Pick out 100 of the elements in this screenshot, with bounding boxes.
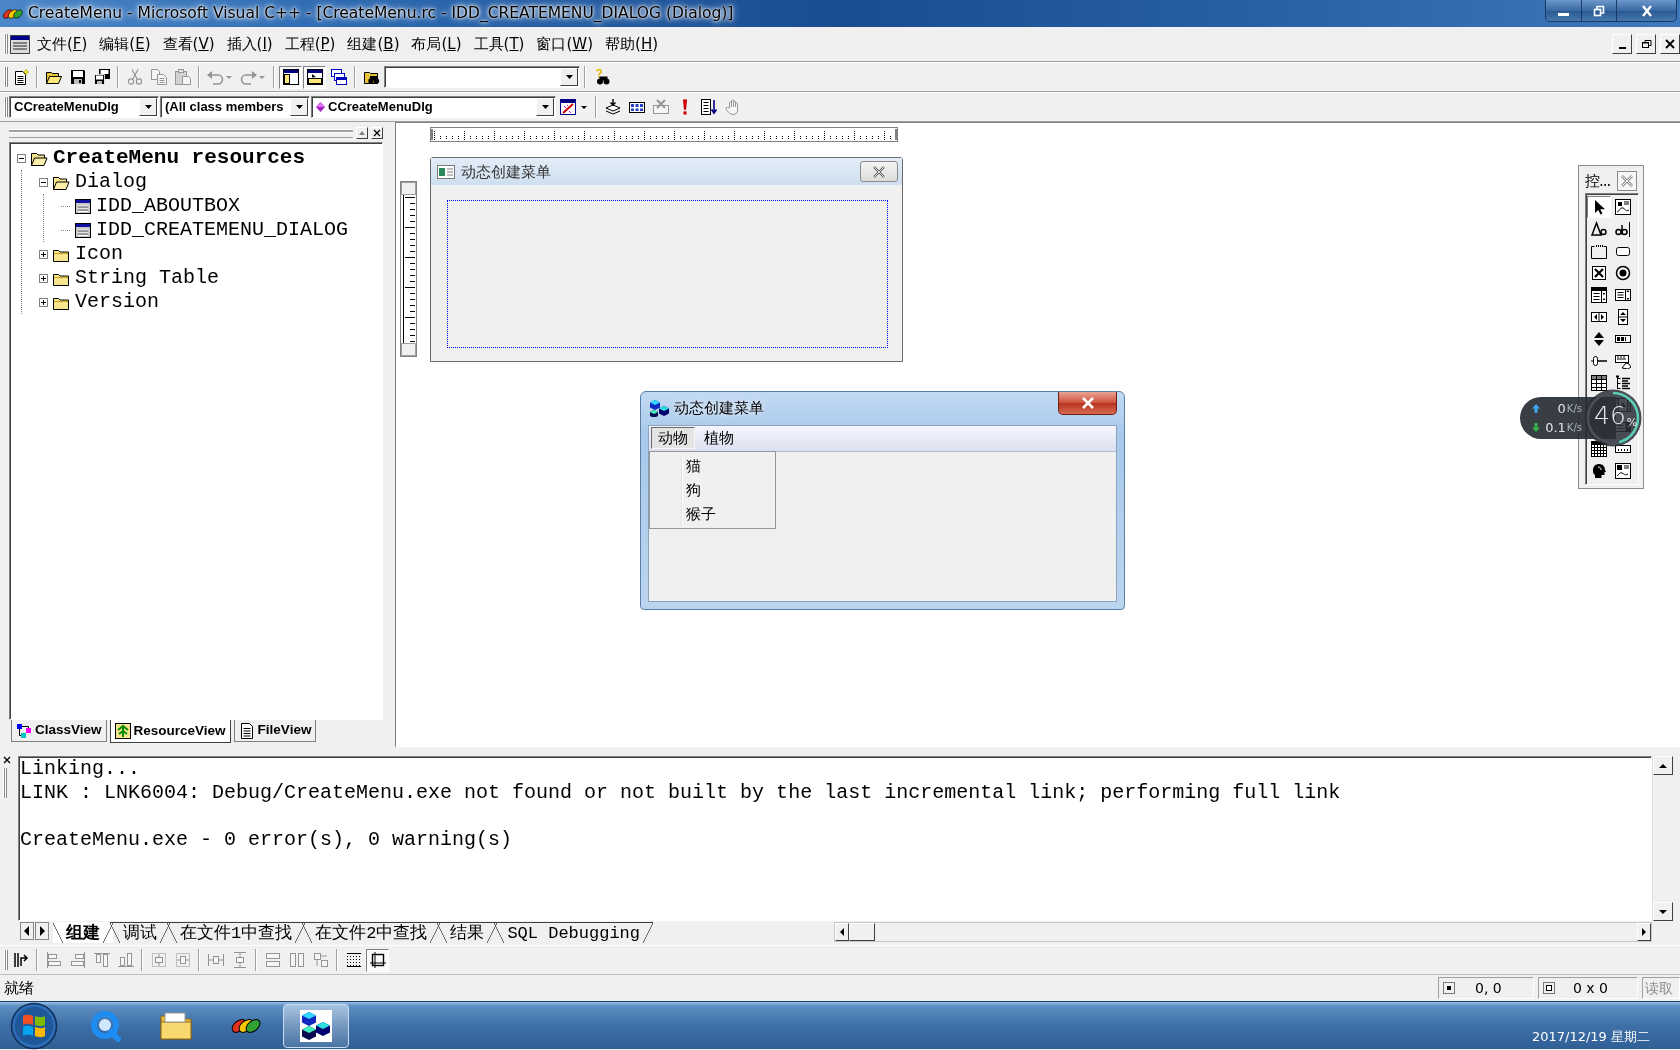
start-orb-icon[interactable] — [10, 1001, 58, 1050]
minimize-button[interactable] — [1612, 34, 1632, 54]
left-arrow-icon — [840, 928, 844, 936]
expand-box-icon[interactable] — [39, 273, 48, 283]
scissors-icon — [126, 69, 143, 85]
tree-item[interactable]: IDD_ABOUTBOX — [96, 194, 241, 218]
scroll-thumb[interactable] — [849, 923, 875, 941]
download-arrow-icon — [1532, 423, 1540, 432]
tree-item[interactable]: Icon — [75, 242, 123, 266]
taskbar-button[interactable] — [283, 1003, 349, 1048]
build-blocks-icon — [628, 99, 645, 115]
tree-item[interactable]: String Table — [75, 266, 220, 290]
align-right-icon — [69, 952, 86, 968]
horizontal-scrollbar[interactable] — [834, 922, 1652, 942]
caret-icon — [565, 75, 573, 79]
minimize-button[interactable] — [1546, 0, 1581, 21]
menu-item[interactable]: 动物 — [651, 427, 695, 450]
hand-icon — [724, 99, 741, 115]
document-window-icon[interactable] — [10, 34, 30, 54]
center-vertical-icon — [150, 952, 167, 968]
tab-scroll-left-icon[interactable] — [20, 922, 34, 940]
edit-box-icon — [1615, 221, 1631, 237]
menu-item[interactable]: 插入(I) — [221, 33, 278, 55]
selection-size: 0 x 0 — [1573, 979, 1608, 997]
panel-grip[interactable] — [3, 768, 7, 798]
restore-button[interactable] — [1581, 0, 1616, 21]
menu-item[interactable]: 工具(T) — [468, 33, 530, 55]
same-height-icon — [288, 952, 305, 968]
menu-item[interactable]: 工程(P) — [279, 33, 341, 55]
dropdown-button[interactable] — [560, 68, 578, 86]
tree-item[interactable]: Version — [75, 290, 159, 314]
dropdown-field[interactable]: (All class members — [160, 96, 310, 118]
tree-item[interactable]: IDD_CREATEMENU_DIALOG — [96, 218, 349, 242]
close-icon[interactable] — [3, 756, 11, 764]
center-horizontal-icon — [174, 952, 191, 968]
close-button[interactable] — [1616, 0, 1676, 21]
output-tab[interactable]: 组建 — [53, 922, 113, 943]
menu-item[interactable]: 植物 — [697, 427, 741, 450]
collapse-box-icon[interactable] — [39, 177, 48, 187]
align-left-icon — [45, 952, 62, 968]
window-title: CreateMenu - Microsoft Visual C++ - [CreateMenu.rc - IDD_CREATEMENU_DIALOG (Dialog)] — [28, 4, 734, 23]
menu-item[interactable]: 组建(B) — [342, 33, 405, 55]
tree-item[interactable]: Dialog — [75, 170, 147, 194]
menu-item[interactable]: 文件(F) — [32, 33, 93, 55]
caret-icon — [541, 105, 549, 109]
menu-item[interactable]: 查看(V) — [157, 33, 220, 55]
bars-arrow-icon — [12, 952, 29, 968]
toolbox-tool[interactable] — [1587, 196, 1611, 218]
expand-box-icon[interactable] — [39, 297, 48, 307]
expand-box-icon[interactable] — [39, 249, 48, 259]
output-tab[interactable]: SQL Debugging — [494, 922, 654, 943]
toolbar-grip[interactable] — [4, 66, 8, 88]
scroll-right-button[interactable] — [1637, 923, 1651, 941]
dialog-template[interactable]: 动态创建菜单 — [430, 157, 903, 362]
toolbar-grip[interactable] — [4, 33, 8, 55]
maximize-button[interactable] — [356, 127, 368, 139]
space-across-icon — [207, 952, 224, 968]
output-tab[interactable]: 调试 — [110, 922, 170, 943]
dropdown-field[interactable]: CCreateMenuDlg — [9, 96, 159, 118]
toggle-guides-button[interactable] — [366, 948, 389, 972]
scroll-down-button[interactable] — [1653, 902, 1673, 921]
scroll-up-button[interactable] — [1653, 756, 1673, 775]
redo-arrow-icon — [240, 69, 266, 85]
vertical-scrollbar[interactable] — [1652, 756, 1673, 921]
compile-stack-icon — [604, 99, 621, 115]
toolbar-grip[interactable] — [4, 949, 8, 971]
toolbar-grip[interactable] — [4, 96, 8, 118]
magnifier-icon — [90, 1009, 122, 1042]
dropdown-button[interactable] — [536, 98, 554, 116]
cursor-position: 0, 0 — [1475, 979, 1502, 997]
workspace-tab[interactable]: ClassView — [11, 720, 107, 742]
workspace-tab[interactable]: FileView — [233, 720, 317, 742]
document-icon — [238, 722, 255, 739]
vertical-scrollbar-icon — [1615, 309, 1631, 325]
dialog-icon — [437, 164, 455, 179]
dialog-title: 动态创建菜单 — [461, 162, 552, 181]
menu-item[interactable]: 编辑(E) — [94, 33, 156, 55]
menu-item[interactable]: 布局(L) — [406, 33, 467, 55]
radio-button-icon — [1615, 265, 1631, 281]
dropdown-button[interactable] — [139, 98, 157, 116]
spin-arrows-icon — [1591, 331, 1607, 347]
member-dropdown[interactable]: CCreateMenuDlg — [311, 96, 556, 118]
collapse-box-icon[interactable] — [17, 153, 26, 163]
vertical-ruler[interactable] — [400, 181, 417, 357]
output-button[interactable] — [303, 65, 326, 89]
close-button[interactable] — [1058, 392, 1117, 415]
workspace-button[interactable] — [279, 65, 302, 89]
menu-item[interactable]: 帮助(H) — [600, 33, 663, 55]
tab-scroll-right-icon[interactable] — [35, 922, 49, 940]
dropdown-button[interactable] — [290, 98, 308, 116]
dialog-resource-icon — [75, 222, 91, 238]
tree-item[interactable]: CreateMenu resources — [53, 146, 306, 170]
folder-binoculars-icon — [363, 69, 380, 85]
menu-item[interactable]: 窗口(W) — [531, 33, 598, 55]
position-icon — [1443, 982, 1455, 994]
horizontal-ruler[interactable] — [430, 127, 898, 142]
dropdown-field[interactable] — [384, 66, 580, 88]
output-line: LINK : LNK6004: Debug/CreateMenu.exe not found or not built by the last incremental link; performing full link — [20, 780, 1342, 804]
scroll-left-button[interactable] — [835, 923, 849, 941]
workspace-tab[interactable]: ResourceView — [109, 720, 231, 743]
